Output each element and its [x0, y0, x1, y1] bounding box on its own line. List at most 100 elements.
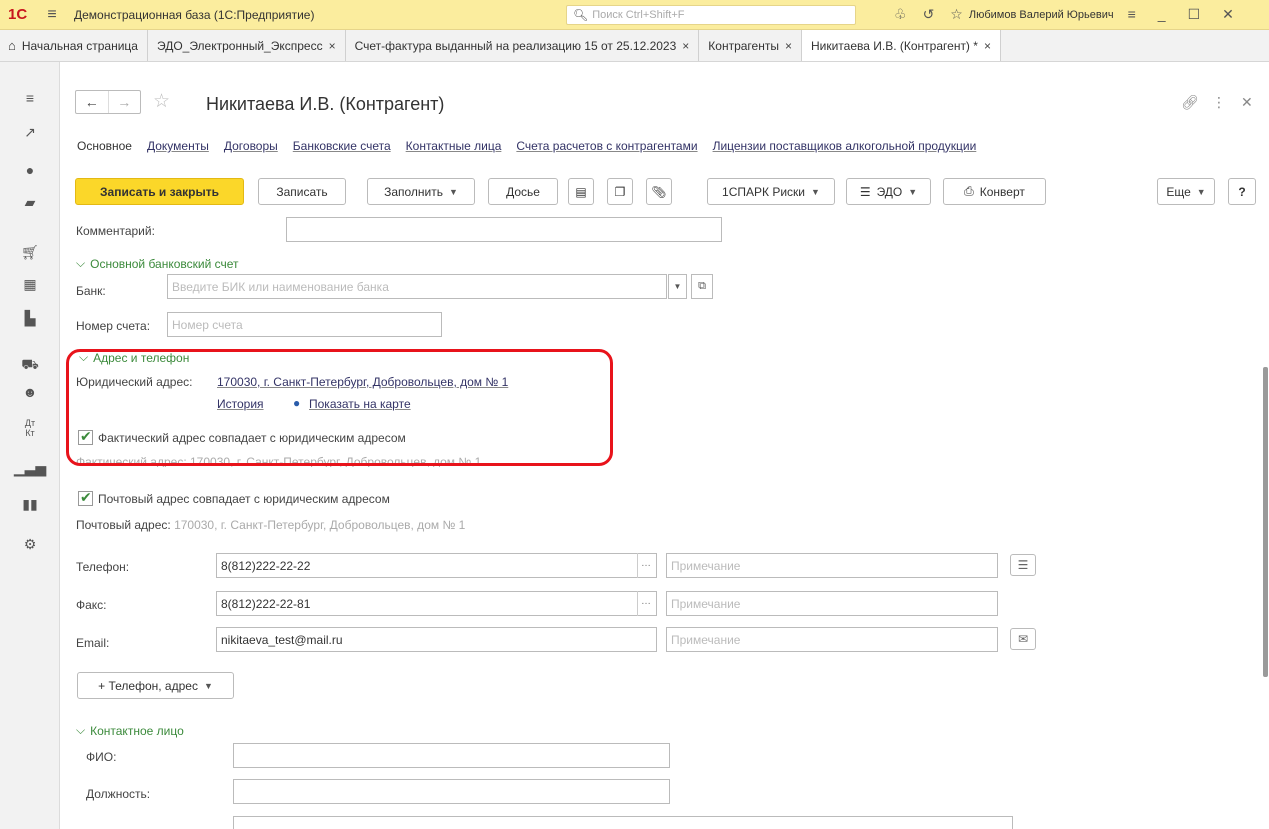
- tab-counterparties[interactable]: Контрагенты ×: [699, 30, 802, 61]
- add-phone-address-button[interactable]: + Телефон, адрес ▼: [77, 672, 234, 699]
- email-label: Email:: [76, 636, 110, 650]
- bag-icon[interactable]: ▰: [0, 194, 60, 211]
- button-label: ?: [1238, 184, 1246, 199]
- nav-settlement-accounts[interactable]: Счета расчетов с контрагентами: [516, 139, 697, 153]
- phone-ellipsis-icon[interactable]: …: [637, 553, 654, 578]
- debit-credit-icon[interactable]: Дт Кт: [0, 418, 60, 438]
- account-number-input[interactable]: Номер счета: [167, 312, 442, 337]
- postal-address-label: Почтовый адрес:: [76, 518, 171, 532]
- menu-icon[interactable]: ≡: [0, 90, 60, 106]
- favorite-star-icon[interactable]: ☆: [153, 90, 170, 113]
- tab-label: Никитаева И.В. (Контрагент) *: [810, 38, 978, 53]
- envelope-button[interactable]: ⎙ Конверт: [943, 178, 1046, 205]
- envelope-icon[interactable]: ✉: [1010, 628, 1036, 650]
- fax-ellipsis-icon[interactable]: …: [637, 591, 654, 616]
- email-note-input[interactable]: Примечание: [666, 627, 998, 652]
- tab-edo-express[interactable]: ЭДО_Электронный_Экспресс ×: [148, 30, 346, 61]
- fax-input[interactable]: 8(812)222-22-81: [216, 591, 657, 616]
- tab-close-icon[interactable]: ×: [329, 39, 336, 53]
- scrollbar-thumb[interactable]: [1263, 367, 1268, 677]
- account-label: Номер счета:: [76, 319, 151, 333]
- history-icon[interactable]: ↺: [923, 6, 935, 23]
- tab-close-icon[interactable]: ×: [984, 39, 991, 53]
- edo-button[interactable]: ☰ ЭДО ▼: [846, 178, 931, 205]
- tab-home[interactable]: ⌂ Начальная страница: [0, 30, 148, 61]
- forward-arrow-icon[interactable]: →: [107, 91, 141, 113]
- tab-label: Начальная страница: [21, 38, 138, 53]
- trend-icon[interactable]: ↗: [0, 124, 60, 141]
- nav-alcohol-licenses[interactable]: Лицензии поставщиков алкогольной продукц…: [713, 139, 977, 153]
- save-button[interactable]: Записать: [258, 178, 346, 205]
- spark-risks-button[interactable]: 1СПАРК Риски ▼: [707, 178, 835, 205]
- person-icon[interactable]: ☻: [0, 384, 60, 400]
- bank-dropdown-icon[interactable]: ▼: [668, 274, 687, 299]
- checkbox-label: Почтовый адрес совпадает с юридическим а…: [98, 491, 390, 506]
- factory-icon[interactable]: ▙: [0, 310, 60, 327]
- star-icon[interactable]: ☆: [950, 6, 963, 23]
- email-input[interactable]: nikitaeva_test@mail.ru: [216, 627, 657, 652]
- nav-main[interactable]: Основное: [77, 139, 132, 153]
- open-tabs-bar: ⌂ Начальная страница ЭДО_Электронный_Экс…: [0, 30, 1269, 62]
- phone-note-input[interactable]: Примечание: [666, 553, 998, 578]
- fio-input[interactable]: [233, 743, 670, 768]
- help-button[interactable]: ?: [1228, 178, 1256, 205]
- bank-input[interactable]: Введите БИК или наименование банка: [167, 274, 667, 299]
- main-menu-icon[interactable]: ≡: [38, 6, 66, 24]
- copy-icon[interactable]: ❐: [607, 178, 633, 205]
- partial-input[interactable]: [233, 816, 1013, 829]
- dossier-button[interactable]: Досье: [488, 178, 558, 205]
- chart-icon[interactable]: ▁▃▅: [0, 460, 60, 477]
- position-label: Должность:: [86, 787, 151, 801]
- grid-icon[interactable]: ▦: [0, 276, 60, 293]
- maximize-icon[interactable]: ☐: [1188, 6, 1201, 23]
- tab-nikitaeva[interactable]: Никитаева И.В. (Контрагент) * ×: [801, 30, 1001, 61]
- truck-icon[interactable]: ⛟: [0, 356, 60, 375]
- bank-label: Банк:: [76, 284, 106, 298]
- more-button[interactable]: Еще ▼: [1157, 178, 1215, 205]
- search-icon: 🔍︎: [573, 7, 589, 22]
- email-value: nikitaeva_test@mail.ru: [221, 632, 343, 647]
- button-label: Записать и закрыть: [100, 184, 219, 199]
- gear-icon[interactable]: ⚙: [0, 536, 60, 553]
- fill-button[interactable]: Заполнить ▼: [367, 178, 475, 205]
- nav-bank-accounts[interactable]: Банковские счета: [293, 139, 391, 153]
- more-vertical-icon[interactable]: ⋮: [1212, 94, 1226, 111]
- fax-note-input[interactable]: Примечание: [666, 591, 998, 616]
- tab-label: Контрагенты: [708, 38, 779, 53]
- minimize-icon[interactable]: _: [1158, 6, 1166, 23]
- settings-menu-icon[interactable]: ≡: [1128, 6, 1136, 23]
- bank-section-header[interactable]: ⌵ Основной банковский счет: [76, 256, 239, 271]
- global-search-input[interactable]: 🔍︎ Поиск Ctrl+Shift+F: [566, 4, 856, 25]
- nav-contracts[interactable]: Договоры: [224, 139, 278, 153]
- phone-input[interactable]: 8(812)222-22-22: [216, 553, 657, 578]
- attachment-icon[interactable]: 📎︎: [646, 178, 672, 205]
- chevron-down-icon: ▼: [203, 680, 213, 691]
- books-icon[interactable]: ▮▮: [0, 496, 60, 513]
- comment-input[interactable]: [286, 217, 722, 242]
- open-bank-icon[interactable]: ⧉: [691, 274, 713, 299]
- tab-close-icon[interactable]: ×: [785, 39, 792, 53]
- position-input[interactable]: [233, 779, 670, 804]
- bell-icon[interactable]: ♧: [894, 6, 907, 23]
- nav-documents[interactable]: Документы: [147, 139, 209, 153]
- document-icon[interactable]: ▤: [568, 178, 594, 205]
- nav-contact-persons[interactable]: Контактные лица: [406, 139, 502, 153]
- button-label: Досье: [506, 184, 540, 199]
- postal-address-same-checkbox[interactable]: Почтовый адрес совпадает с юридическим а…: [78, 489, 390, 506]
- contact-section-header[interactable]: ⌵ Контактное лицо: [76, 723, 184, 738]
- back-arrow-icon[interactable]: ←: [76, 91, 108, 113]
- tab-invoice[interactable]: Счет-фактура выданный на реализацию 15 о…: [346, 30, 700, 61]
- link-icon[interactable]: 🔗︎: [1181, 94, 1199, 111]
- form-sections-nav: Основное Документы Договоры Банковские с…: [77, 139, 976, 153]
- tab-close-icon[interactable]: ×: [682, 39, 689, 53]
- save-and-close-button[interactable]: Записать и закрыть: [75, 178, 244, 205]
- ruble-icon[interactable]: ●: [0, 162, 60, 178]
- close-icon[interactable]: ✕: [1222, 6, 1234, 23]
- cart-icon[interactable]: 🛒︎: [0, 244, 60, 261]
- close-form-icon[interactable]: ✕: [1241, 94, 1253, 111]
- section-title: Основной банковский счет: [90, 256, 239, 271]
- user-name[interactable]: Любимов Валерий Юрьевич: [969, 9, 1114, 21]
- phone-actions-icon[interactable]: ☰: [1010, 554, 1036, 576]
- edo-icon: ☰: [859, 184, 871, 199]
- form-title: Никитаева И.В. (Контрагент): [206, 94, 445, 114]
